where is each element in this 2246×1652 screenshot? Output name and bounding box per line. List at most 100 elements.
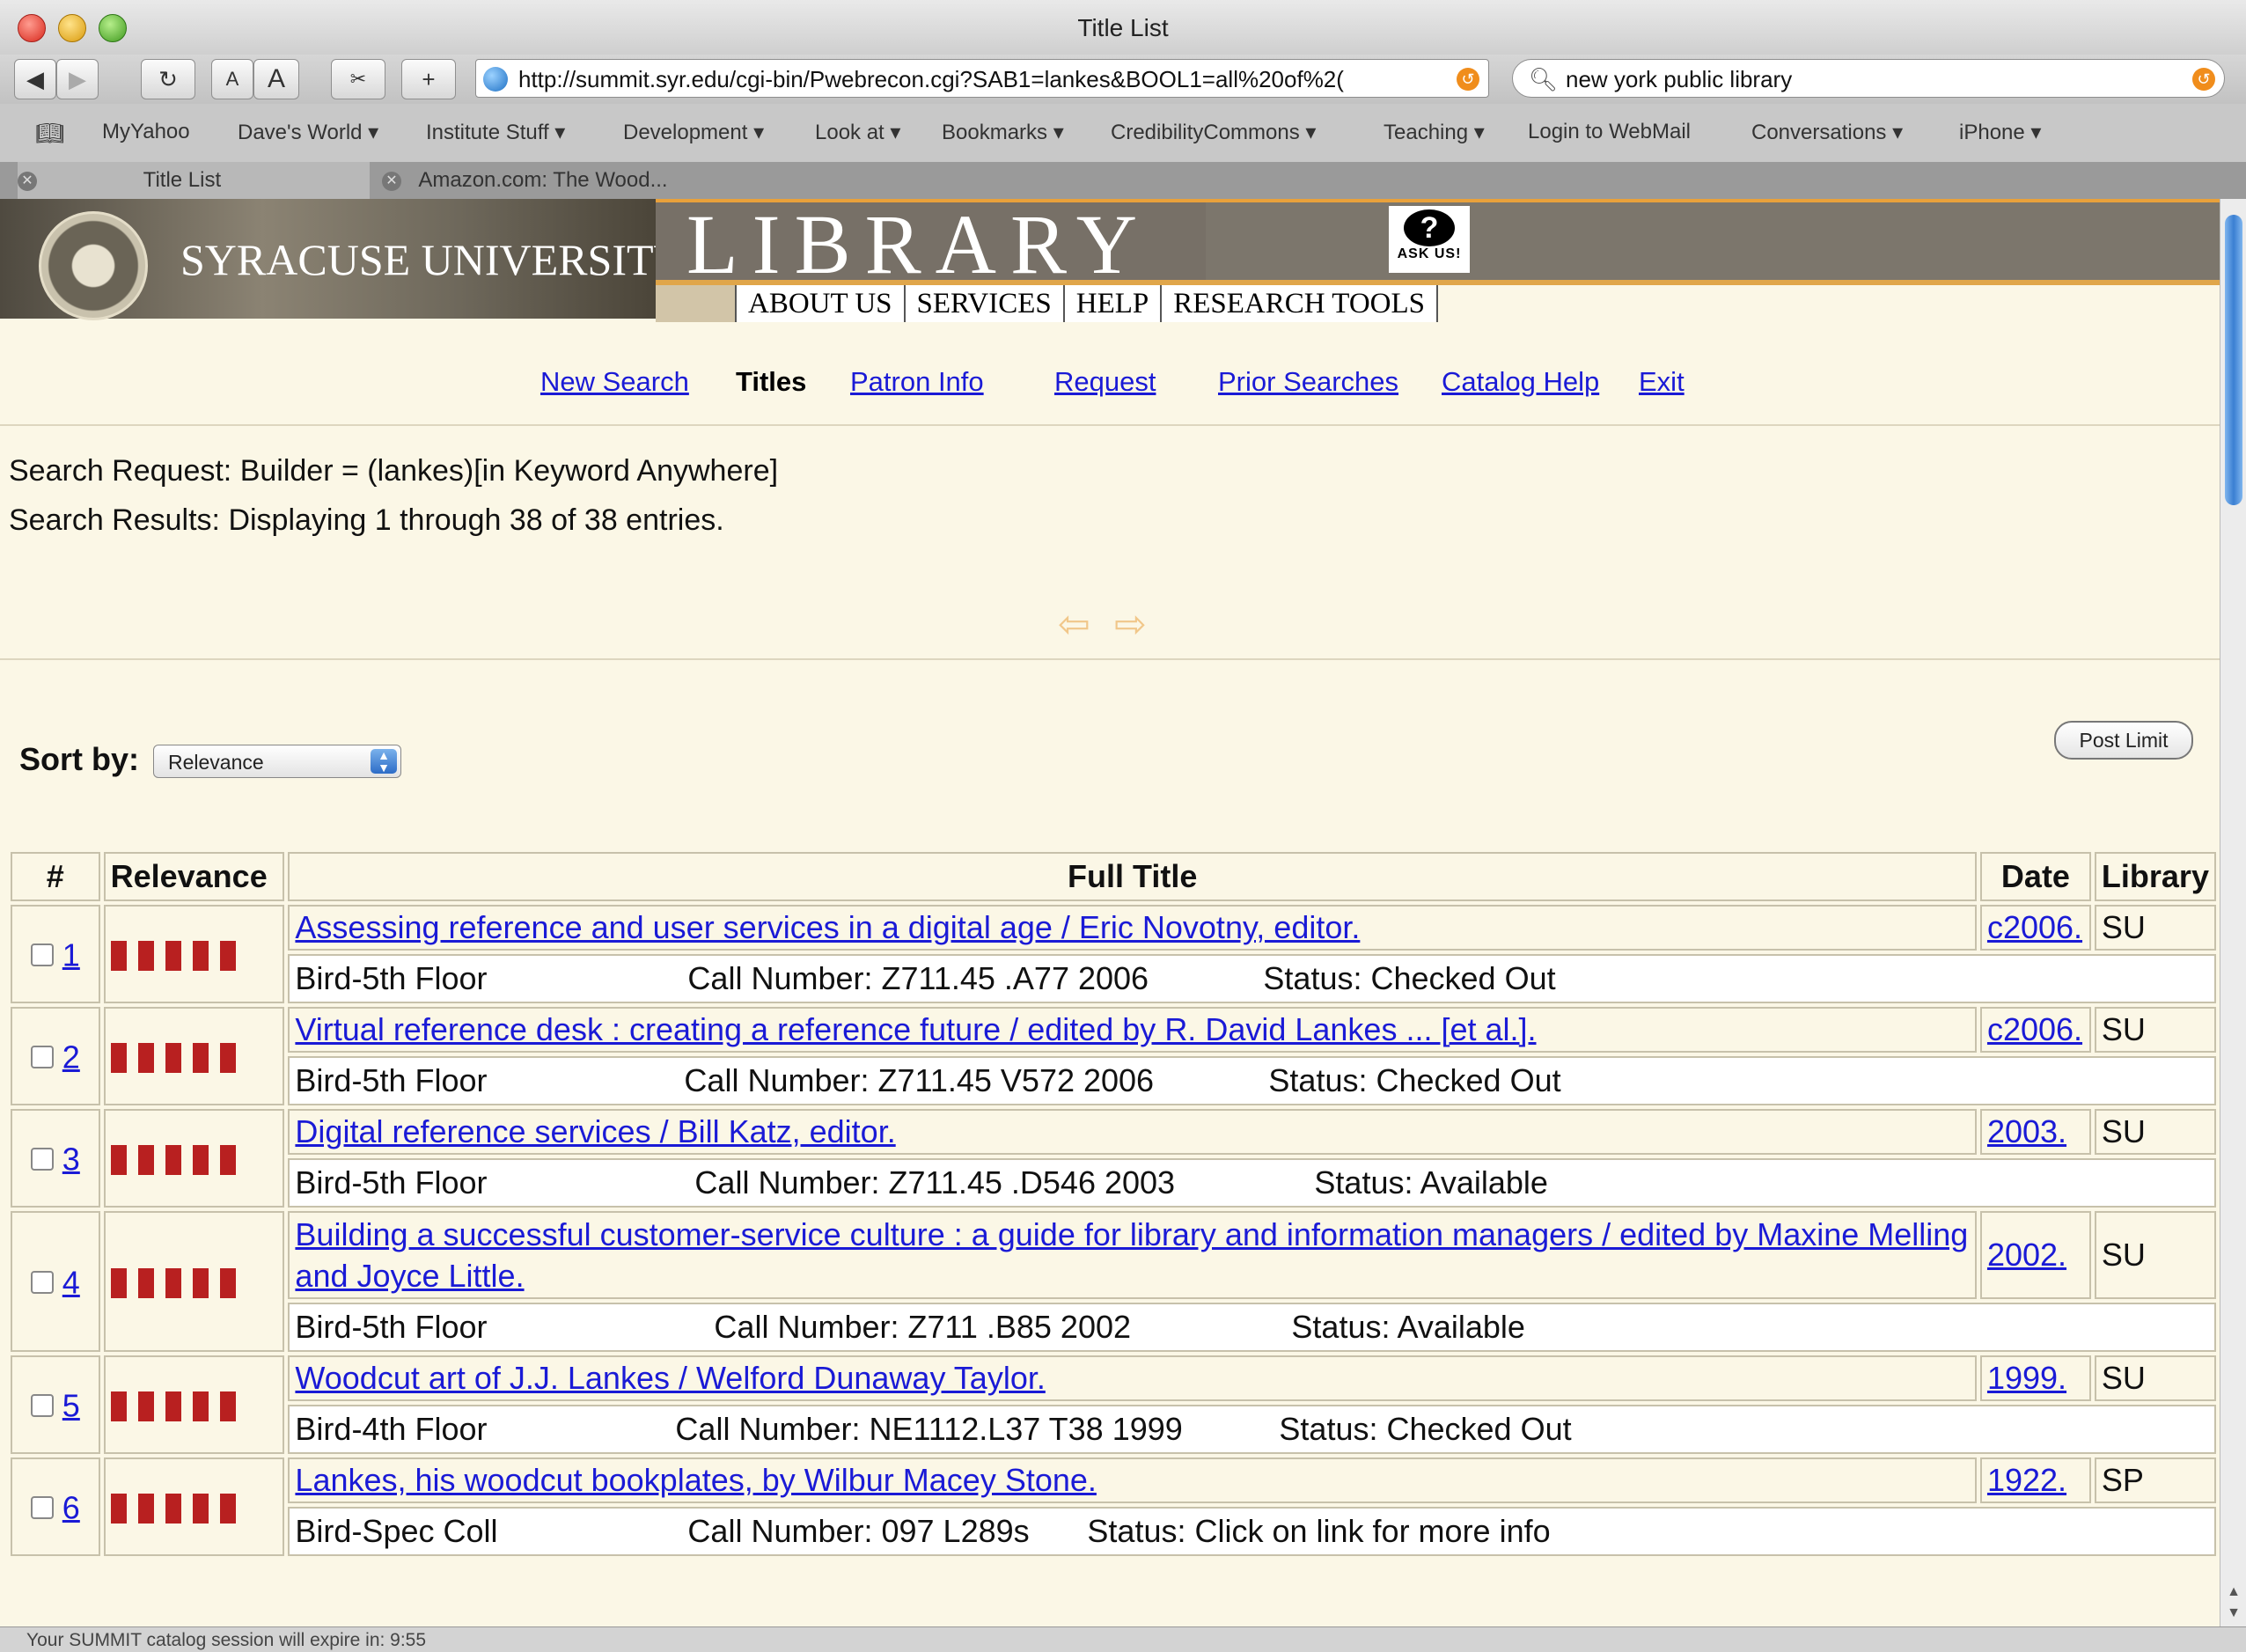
next-page-arrow-icon[interactable]: ⇨ — [1114, 602, 1147, 647]
bookmark-look-at[interactable]: Look at ▾ — [815, 120, 900, 145]
scroll-down-arrow-icon[interactable]: ▼ — [2220, 1602, 2246, 1625]
post-limit-button[interactable]: Post Limit — [2054, 721, 2193, 760]
search-text: new york public library — [1566, 66, 1793, 92]
title-link[interactable]: Building a successful customer-service c… — [295, 1216, 1968, 1294]
search-field[interactable]: 🔍︎ new york public library ↺ — [1512, 59, 2225, 98]
date-link[interactable]: 2002. — [1987, 1237, 2066, 1273]
vertical-scrollbar[interactable]: ▲ ▼ — [2220, 199, 2246, 1626]
date-link[interactable]: 1999. — [1987, 1360, 2066, 1396]
snapback-icon[interactable]: ↺ — [1457, 68, 1479, 91]
scroll-up-arrow-icon[interactable]: ▲ — [2220, 1581, 2246, 1604]
web-clip-icon[interactable]: ✂ — [331, 59, 385, 99]
select-checkbox[interactable] — [30, 1271, 54, 1295]
record-number-link[interactable]: 1 — [62, 936, 80, 973]
university-name: SYRACUSE UNIVERSITY — [180, 235, 686, 284]
exit-link[interactable]: Exit — [1639, 366, 1684, 398]
select-checkbox[interactable] — [30, 1394, 54, 1418]
status-text: Status: Available — [1291, 1309, 1525, 1345]
library-title[interactable]: LIBRARY — [686, 202, 1151, 287]
nav-about-us[interactable]: ABOUT US — [735, 285, 904, 322]
catalog-help-link[interactable]: Catalog Help — [1442, 366, 1599, 398]
patron-info-link[interactable]: Patron Info — [850, 366, 984, 398]
title-link[interactable]: Digital reference services / Bill Katz, … — [295, 1113, 895, 1149]
nav-help[interactable]: HELP — [1062, 285, 1161, 322]
address-bar[interactable]: http://summit.syr.edu/cgi-bin/Pwebrecon.… — [475, 59, 1489, 98]
select-checkbox[interactable] — [30, 943, 54, 967]
call-number-text: Call Number: Z711.45 .A77 2006 — [687, 960, 1149, 996]
holdings-cell: Bird-5th Floor Call Number: Z711 .B85 20… — [288, 1303, 2216, 1352]
tab-bar: ✕ Title List ✕ Amazon.com: The Wood... — [0, 162, 2246, 200]
col-header-library: Library — [2094, 852, 2216, 901]
tab-label: Amazon.com: The Wood... — [418, 168, 668, 192]
browser-toolbar: ◀ ▶ ↻ A A ✂ + http://summit.syr.edu/cgi-… — [0, 55, 2246, 104]
date-link[interactable]: 1922. — [1987, 1462, 2066, 1498]
previous-page-arrow-icon[interactable]: ⇦ — [1058, 602, 1090, 647]
status-text: Status: Checked Out — [1279, 1411, 1572, 1447]
bookmark-login-webmail[interactable]: Login to WebMail — [1528, 120, 1691, 144]
relevance-bar — [219, 1043, 236, 1074]
bookmark-credibility-commons[interactable]: CredibilityCommons ▾ — [1111, 120, 1316, 145]
bookmark-iphone[interactable]: iPhone ▾ — [1959, 120, 2041, 145]
tab-close-icon[interactable]: ✕ — [18, 171, 37, 191]
nav-research-tools[interactable]: RESEARCH TOOLS — [1160, 285, 1439, 322]
text-bigger-button[interactable]: A — [253, 59, 299, 99]
record-number-link[interactable]: 5 — [62, 1387, 80, 1423]
bookmark-conversations[interactable]: Conversations ▾ — [1751, 120, 1903, 145]
relevance-cell — [103, 1007, 285, 1105]
record-number-link[interactable]: 4 — [62, 1264, 80, 1300]
table-row: 3 Digital reference services / Bill Katz… — [11, 1109, 2216, 1208]
status-text: Status: Click on link for more info — [1087, 1513, 1551, 1549]
text-smaller-button[interactable]: A — [211, 59, 253, 99]
select-checkbox[interactable] — [30, 1496, 54, 1520]
date-link[interactable]: c2006. — [1987, 1011, 2082, 1047]
record-number-link[interactable]: 3 — [62, 1141, 80, 1177]
row-number-cell: 1 — [11, 905, 100, 1003]
date-cell: 1922. — [1979, 1457, 2091, 1503]
bookmark-myyahoo[interactable]: MyYahoo — [102, 120, 190, 144]
date-link[interactable]: 2003. — [1987, 1113, 2066, 1149]
status-bar: Your SUMMIT catalog session will expire … — [0, 1626, 2246, 1652]
web-page: SYRACUSE UNIVERSITY LIBRARY ? ASK US! AB… — [0, 199, 2220, 1626]
sort-select[interactable]: Relevance ▲ ▼ — [153, 745, 401, 778]
date-cell: c2006. — [1979, 905, 2091, 951]
title-link[interactable]: Assessing reference and user services in… — [295, 909, 1360, 945]
bookmark-bookmarks[interactable]: Bookmarks ▾ — [942, 120, 1064, 145]
new-search-link[interactable]: New Search — [540, 366, 689, 398]
title-link[interactable]: Woodcut art of J.J. Lankes / Welford Dun… — [295, 1360, 1045, 1396]
record-number-link[interactable]: 2 — [62, 1039, 80, 1075]
record-number-link[interactable]: 6 — [62, 1489, 80, 1525]
table-row: 6 Lankes, his woodcut bookplates, by Wil… — [11, 1457, 2216, 1556]
relevance-bar — [110, 1391, 127, 1422]
date-link[interactable]: c2006. — [1987, 909, 2082, 945]
add-bookmark-button[interactable]: + — [401, 59, 456, 99]
search-snapback-icon[interactable]: ↺ — [2192, 68, 2215, 91]
title-link[interactable]: Virtual reference desk : creating a refe… — [295, 1011, 1536, 1047]
status-text: Status: Checked Out — [1268, 1062, 1561, 1098]
forward-button[interactable]: ▶ — [56, 59, 99, 99]
tab-title-list[interactable]: ✕ Title List — [18, 162, 370, 199]
title-link[interactable]: Lankes, his woodcut bookplates, by Wilbu… — [295, 1462, 1096, 1498]
tab-close-icon[interactable]: ✕ — [382, 171, 401, 191]
request-link[interactable]: Request — [1054, 366, 1156, 398]
library-cell: SU — [2094, 1109, 2216, 1155]
select-checkbox[interactable] — [30, 1148, 54, 1171]
call-number-text: Call Number: NE1112.L37 T38 1999 — [675, 1411, 1183, 1447]
prior-searches-link[interactable]: Prior Searches — [1218, 366, 1398, 398]
bookmark-daves-world[interactable]: Dave's World ▾ — [238, 120, 378, 145]
location-text: Bird-5th Floor — [295, 960, 488, 996]
relevance-cell — [103, 1109, 285, 1208]
scrollbar-thumb[interactable] — [2225, 215, 2242, 505]
book-icon[interactable]: 📖︎ — [35, 120, 64, 147]
titles-current: Titles — [736, 366, 807, 397]
reload-button[interactable]: ↻ — [141, 59, 195, 99]
bookmark-institute-stuff[interactable]: Institute Stuff ▾ — [426, 120, 565, 145]
back-button[interactable]: ◀ — [14, 59, 56, 99]
title-cell: Virtual reference desk : creating a refe… — [288, 1007, 1977, 1053]
bookmark-development[interactable]: Development ▾ — [623, 120, 764, 145]
tab-amazon[interactable]: ✕ Amazon.com: The Wood... — [375, 162, 727, 199]
syracuse-banner[interactable]: SYRACUSE UNIVERSITY — [0, 199, 686, 320]
bookmark-teaching[interactable]: Teaching ▾ — [1384, 120, 1485, 145]
ask-us-button[interactable]: ? ASK US! — [1389, 206, 1470, 273]
select-checkbox[interactable] — [30, 1046, 54, 1069]
nav-services[interactable]: SERVICES — [903, 285, 1063, 322]
